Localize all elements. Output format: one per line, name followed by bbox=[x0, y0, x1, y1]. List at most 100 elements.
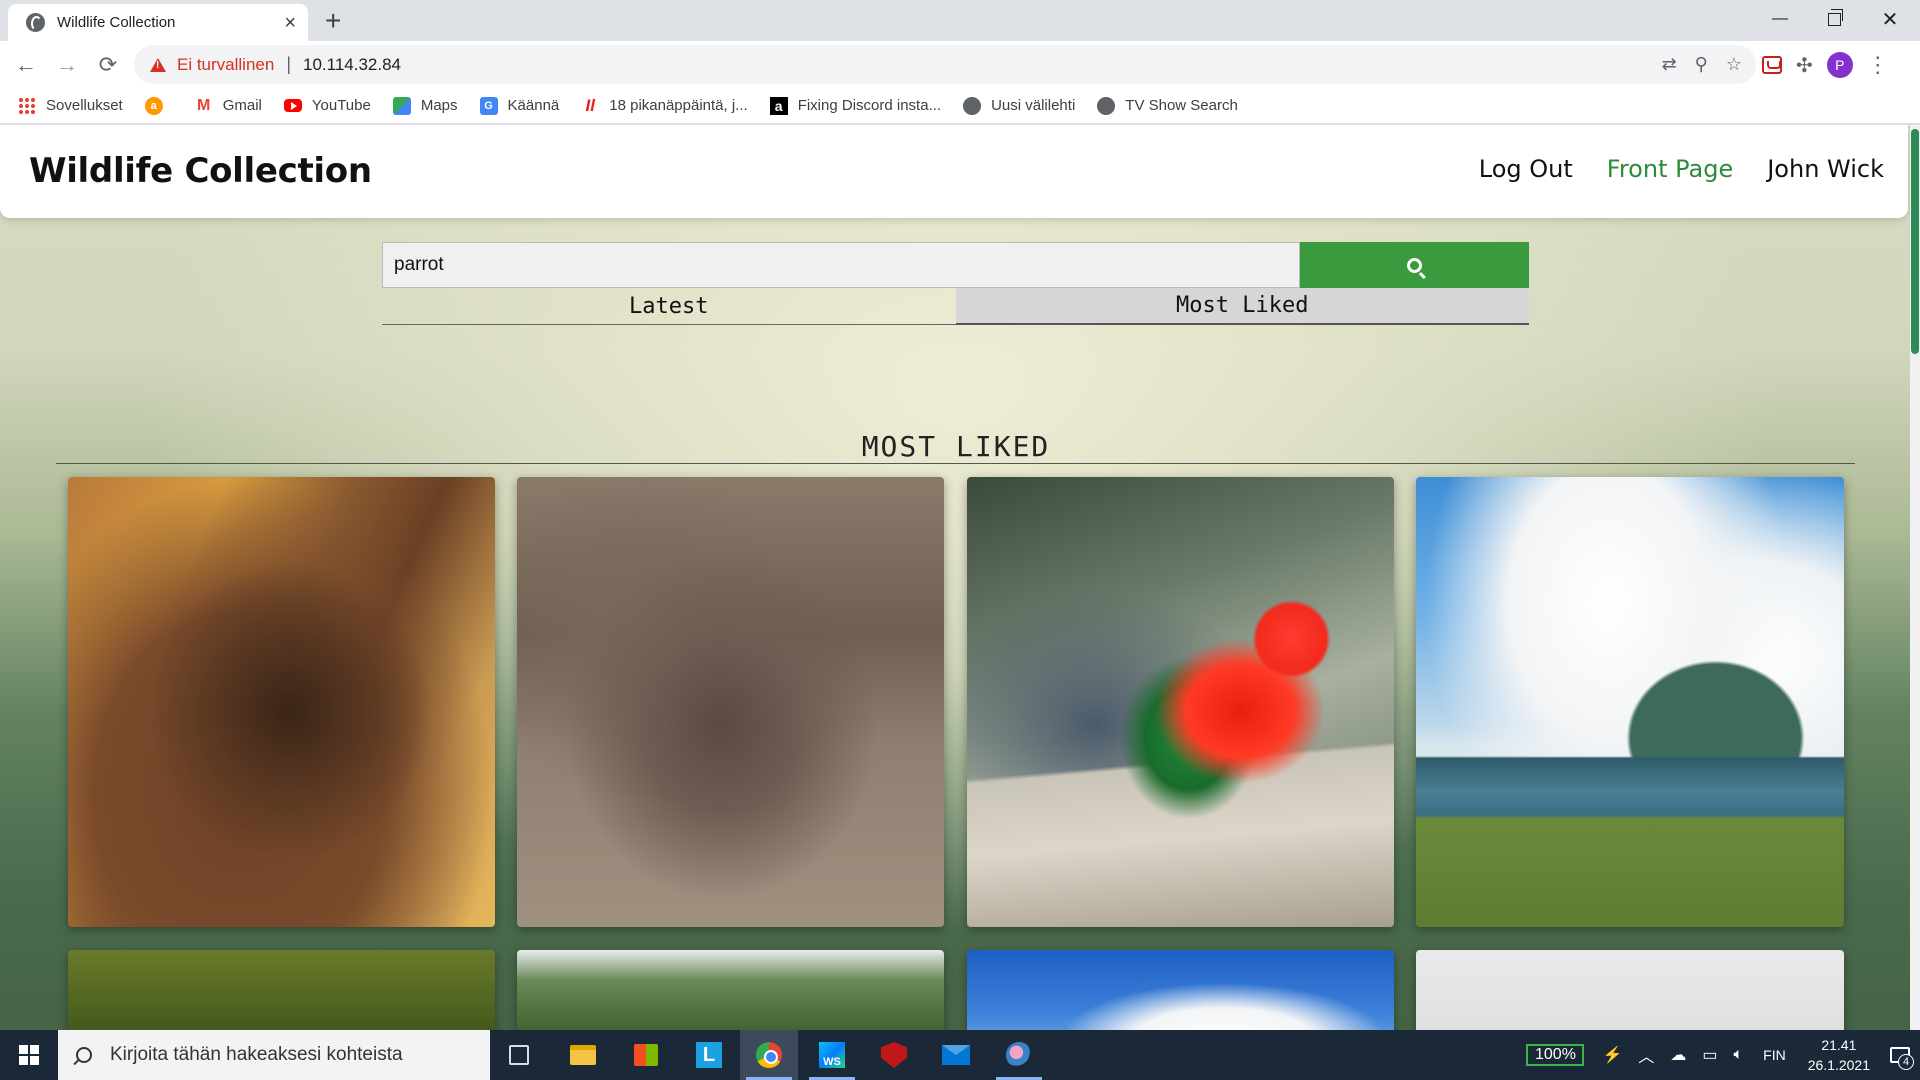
bookmark-star-icon[interactable]: ☆ bbox=[1726, 54, 1742, 75]
page-viewport: Wildlife Collection Log Out Front Page J… bbox=[0, 125, 1920, 1030]
a-icon: a bbox=[769, 96, 788, 115]
url-text[interactable]: 10.114.32.84 bbox=[303, 55, 401, 75]
clock-time: 21.41 bbox=[1821, 1037, 1857, 1053]
maps-icon bbox=[392, 96, 411, 115]
bookmark-apps[interactable]: Sovellukset bbox=[18, 96, 123, 115]
page-scrollbar[interactable] bbox=[1910, 125, 1920, 1030]
gmail-icon: M bbox=[197, 96, 211, 114]
image-card-gorilla[interactable] bbox=[68, 477, 495, 927]
system-tray: 100% ⚡ ︿ ☁ ▭ 🔈︎ FIN 21.41 26.1.2021 4 bbox=[1526, 1030, 1920, 1080]
search-button[interactable] bbox=[1300, 242, 1529, 288]
image-card-lake-horses[interactable] bbox=[1416, 477, 1844, 927]
mcafee-icon bbox=[881, 1042, 907, 1068]
apps-grid-icon bbox=[18, 96, 36, 115]
globe-icon bbox=[963, 96, 982, 115]
extensions-icon[interactable]: ✣ bbox=[1796, 53, 1813, 78]
chevron-up-icon[interactable]: ︿ bbox=[1638, 1043, 1654, 1067]
tab-strip: Wildlife Collection × + — ✕ bbox=[0, 0, 1920, 41]
profile-avatar[interactable]: P bbox=[1826, 52, 1853, 78]
file-explorer-icon bbox=[570, 1045, 596, 1065]
tab-title: Wildlife Collection bbox=[57, 14, 176, 31]
webstorm-icon: WS bbox=[819, 1042, 845, 1068]
taskbar-search[interactable]: Kirjoita tähän hakeaksesi kohteista bbox=[58, 1030, 490, 1080]
bookmark-gmail[interactable]: M Gmail bbox=[195, 97, 262, 115]
user-profile-link[interactable]: John Wick bbox=[1767, 155, 1884, 183]
webstorm-button[interactable]: WS bbox=[803, 1030, 861, 1080]
globe-icon bbox=[26, 13, 45, 32]
bookmark-discord-fix[interactable]: a Fixing Discord insta... bbox=[769, 96, 941, 115]
snip-icon bbox=[1006, 1042, 1032, 1068]
close-window-button[interactable]: ✕ bbox=[1862, 0, 1918, 38]
volume-icon[interactable]: 🔈︎ bbox=[1734, 1046, 1744, 1064]
bookmark-new-tab[interactable]: Uusi välilehti bbox=[963, 96, 1075, 115]
image-card-pale[interactable] bbox=[1416, 950, 1844, 1030]
search-input[interactable] bbox=[382, 242, 1300, 288]
menu-icon[interactable]: ⋮ bbox=[1867, 52, 1889, 78]
mail-button[interactable] bbox=[927, 1030, 985, 1080]
address-bar[interactable]: Ei turvallinen | 10.114.32.84 ⇄ ⚲ ☆ bbox=[134, 45, 1756, 84]
image-card-kangaroo[interactable] bbox=[517, 477, 944, 927]
clock[interactable]: 21.41 26.1.2021 bbox=[1808, 1035, 1870, 1075]
task-view-icon bbox=[509, 1045, 529, 1065]
restore-icon bbox=[1827, 8, 1843, 26]
network-icon[interactable]: ▭ bbox=[1702, 1045, 1717, 1065]
restore-button[interactable] bbox=[1806, 0, 1862, 38]
image-card-parrot[interactable] bbox=[967, 477, 1394, 927]
reload-button[interactable]: ⟳ bbox=[90, 47, 126, 83]
cloud-icon[interactable]: ☁ bbox=[1670, 1045, 1686, 1065]
pocket-extension-icon[interactable] bbox=[1762, 56, 1782, 74]
bookmark-shortcuts[interactable]: Il 18 pikanäppäintä, j... bbox=[581, 95, 748, 115]
notification-button[interactable]: 4 bbox=[1880, 1030, 1920, 1080]
forward-button[interactable]: → bbox=[49, 47, 85, 83]
warning-icon[interactable] bbox=[150, 57, 166, 72]
site-title[interactable]: Wildlife Collection bbox=[29, 151, 372, 191]
mcafee-button[interactable] bbox=[865, 1030, 923, 1080]
logout-link[interactable]: Log Out bbox=[1479, 155, 1573, 183]
new-tab-button[interactable]: + bbox=[325, 5, 341, 37]
store-icon bbox=[634, 1044, 658, 1066]
taskbar-search-placeholder: Kirjoita tähän hakeaksesi kohteista bbox=[110, 1044, 403, 1065]
battery-indicator[interactable]: 100% bbox=[1526, 1044, 1585, 1066]
language-indicator[interactable]: FIN bbox=[1763, 1047, 1786, 1063]
minimize-button[interactable]: — bbox=[1752, 0, 1808, 38]
translate-icon[interactable]: ⇄ bbox=[1662, 54, 1677, 75]
clock-date: 26.1.2021 bbox=[1807, 1057, 1870, 1073]
search-icon bbox=[1407, 257, 1422, 273]
browser-tab[interactable]: Wildlife Collection × bbox=[8, 4, 308, 41]
site-header: Wildlife Collection Log Out Front Page J… bbox=[0, 125, 1908, 218]
bookmark-tv-show-search[interactable]: TV Show Search bbox=[1097, 96, 1238, 115]
tab-most-liked[interactable]: Most Liked bbox=[955, 288, 1529, 325]
bookmarks-bar: Sovellukset a M Gmail YouTube Maps G Käänn… bbox=[0, 88, 1920, 124]
bookmark-youtube[interactable]: YouTube bbox=[283, 97, 371, 114]
zoom-icon[interactable]: ⚲ bbox=[1695, 54, 1708, 75]
bookmark-translate[interactable]: G Käännä bbox=[479, 96, 559, 115]
back-button[interactable]: ← bbox=[8, 47, 44, 83]
snip-button[interactable] bbox=[990, 1030, 1048, 1080]
youtube-icon bbox=[283, 99, 302, 112]
file-explorer-button[interactable] bbox=[554, 1030, 612, 1080]
task-view-button[interactable] bbox=[490, 1030, 548, 1080]
windows-icon bbox=[19, 1045, 39, 1065]
front-page-link[interactable]: Front Page bbox=[1607, 155, 1733, 183]
chrome-button[interactable] bbox=[740, 1030, 798, 1080]
translate-icon: G bbox=[479, 96, 498, 115]
n-icon: Il bbox=[585, 95, 595, 115]
security-label[interactable]: Ei turvallinen bbox=[177, 55, 274, 75]
sort-tabs: Latest Most Liked bbox=[382, 288, 1529, 325]
bookmark-amazon[interactable]: a bbox=[144, 96, 173, 115]
chrome-icon bbox=[756, 1042, 782, 1068]
image-card-sky[interactable] bbox=[967, 950, 1394, 1030]
image-card-tree[interactable] bbox=[517, 950, 944, 1030]
close-tab-icon[interactable]: × bbox=[284, 13, 296, 33]
store-button[interactable] bbox=[617, 1030, 675, 1080]
scrollbar-thumb[interactable] bbox=[1911, 129, 1919, 354]
image-card-green[interactable] bbox=[68, 950, 495, 1030]
power-plug-icon[interactable]: ⚡ bbox=[1602, 1045, 1622, 1065]
l-app-button[interactable]: L bbox=[680, 1030, 738, 1080]
browser-toolbar: ← → ⟳ Ei turvallinen | 10.114.32.84 ⇄ ⚲ … bbox=[0, 41, 1920, 88]
section-title: MOST LIKED bbox=[861, 430, 1051, 463]
tab-latest[interactable]: Latest bbox=[382, 288, 956, 325]
start-button[interactable] bbox=[0, 1030, 58, 1080]
l-app-icon: L bbox=[696, 1042, 722, 1068]
bookmark-maps[interactable]: Maps bbox=[392, 96, 458, 115]
